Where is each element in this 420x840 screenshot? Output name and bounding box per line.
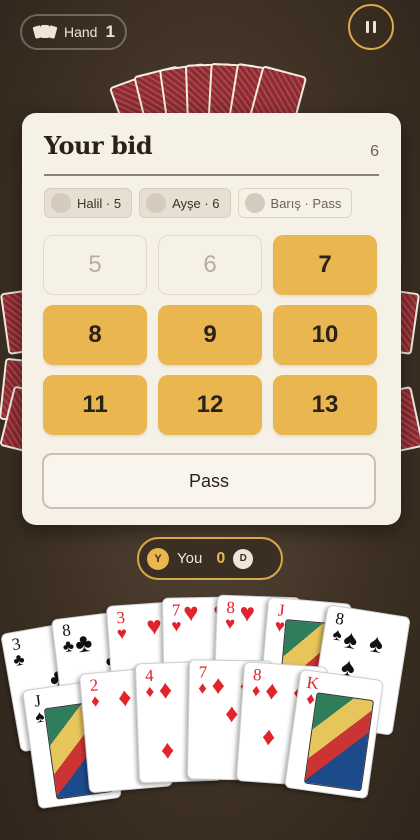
pause-icon <box>364 18 378 37</box>
player-badge: Y <box>147 547 169 570</box>
bid-option-5: 5 <box>43 235 147 295</box>
title-divider <box>44 174 379 176</box>
player-status: Y You 0 D <box>137 537 283 580</box>
hand-indicator: Hand 1 <box>20 14 127 50</box>
hand-label: Hand <box>64 24 98 40</box>
player-bids: Halil · 5 Ayşe · 6 Barış · Pass <box>44 188 353 218</box>
diamond-icon: ♦ <box>264 675 280 706</box>
spade-icon: ♠ <box>367 628 386 660</box>
bid-option-7[interactable]: 7 <box>273 235 377 295</box>
diamond-icon: ♦ <box>116 682 133 713</box>
panel-title: Your bid <box>44 131 153 160</box>
bid-grid: 5 6 7 8 9 10 11 12 13 <box>43 235 377 435</box>
player-bid-label: Barış · Pass <box>270 195 342 211</box>
cards-icon <box>32 25 58 39</box>
diamond-icon: ♦ <box>158 675 173 705</box>
bid-option-13[interactable]: 13 <box>273 375 377 435</box>
diamond-icon: ♦ <box>160 735 175 765</box>
player-bid-chip: Ayşe · 6 <box>139 188 231 218</box>
diamond-icon: ♦ <box>261 721 277 752</box>
player-name: You <box>177 550 203 567</box>
diamond-icon: ♦ <box>145 681 155 702</box>
club-icon: ♣ <box>73 627 94 659</box>
spade-icon: ♠ <box>341 624 360 656</box>
pause-button[interactable] <box>348 4 394 50</box>
bid-option-9[interactable]: 9 <box>158 305 262 365</box>
avatar <box>51 193 71 213</box>
bid-option-12[interactable]: 12 <box>158 375 262 435</box>
heart-icon: ♥ <box>171 616 182 636</box>
bid-option-8[interactable]: 8 <box>43 305 147 365</box>
heart-icon: ♥ <box>238 598 256 628</box>
hand-card[interactable]: K ♦ <box>284 668 384 800</box>
king-face <box>303 692 375 792</box>
player-bid-label: Halil · 5 <box>77 195 122 211</box>
player-score: 0 <box>216 549 226 567</box>
bid-count: 6 <box>370 143 379 160</box>
player-bid-chip: Barış · Pass <box>237 188 353 218</box>
bid-option-10[interactable]: 10 <box>273 305 377 365</box>
player-bid-chip: Halil · 5 <box>44 188 133 218</box>
player-bid-label: Ayşe · 6 <box>172 195 220 211</box>
diamond-icon: ♦ <box>198 678 208 698</box>
bid-option-6: 6 <box>158 235 262 295</box>
diamond-icon: ♦ <box>251 680 262 701</box>
heart-icon: ♥ <box>182 598 199 628</box>
avatar <box>146 193 167 213</box>
pass-button[interactable]: Pass <box>42 453 376 509</box>
heart-icon: ♥ <box>224 613 236 634</box>
avatar <box>244 193 265 213</box>
dealer-badge: D <box>233 548 254 569</box>
club-icon: ♣ <box>11 649 27 671</box>
diamond-icon: ♦ <box>211 670 226 700</box>
diamond-icon: ♦ <box>90 691 101 711</box>
bid-panel: Your bid 6 Halil · 5 Ayşe · 6 Barış · Pa… <box>22 113 401 525</box>
diamond-icon: ♦ <box>224 698 239 729</box>
heart-icon: ♥ <box>145 611 163 642</box>
heart-icon: ♥ <box>116 623 128 644</box>
bid-option-11[interactable]: 11 <box>43 375 147 435</box>
hand-number: 1 <box>105 22 115 41</box>
